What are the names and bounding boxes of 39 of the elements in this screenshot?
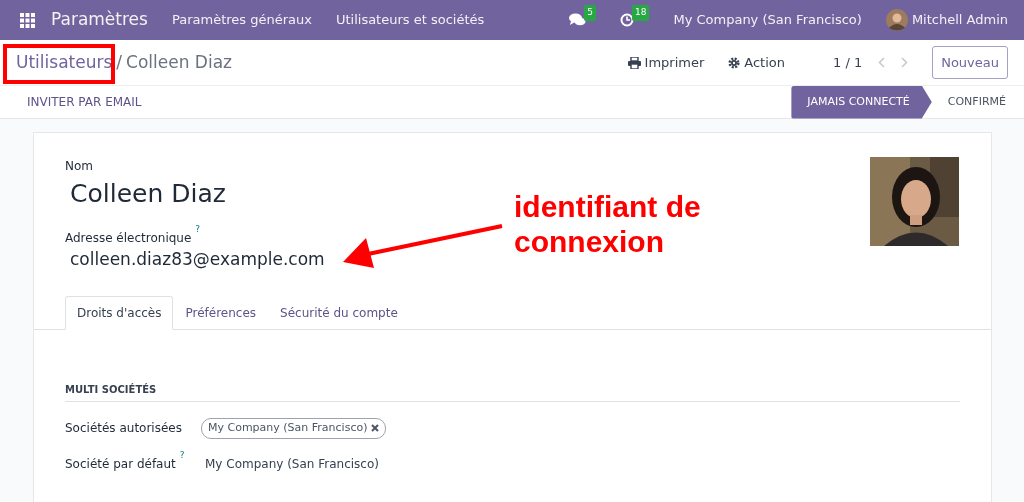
annotation-text: identifiant de connexion: [514, 190, 702, 259]
menu-item[interactable]: Utilisateurs et sociétés: [335, 10, 485, 30]
form-tab[interactable]: Préférences: [173, 296, 269, 330]
help-tooltip[interactable]: ?: [179, 450, 185, 460]
printer-icon: [627, 56, 641, 69]
app-name[interactable]: Paramètres: [51, 7, 148, 33]
clock-icon[interactable]: [619, 13, 634, 27]
field-label: Nom: [65, 158, 94, 175]
status-stage[interactable]: CONFIRMÉ: [931, 85, 1020, 119]
apps-menu-icon[interactable]: [20, 12, 35, 28]
help-tooltip[interactable]: ?: [195, 224, 201, 234]
activity-count-badge: 18: [631, 5, 650, 21]
print-button[interactable]: Imprimer: [627, 52, 705, 73]
status-stage[interactable]: JAMAIS CONNECTÉ: [791, 85, 932, 119]
gear-icon: [728, 56, 741, 69]
company-tag: My Company (San Francisco): [201, 418, 387, 439]
field-label: Société par défaut: [65, 456, 176, 471]
menu-item[interactable]: Paramètres généraux: [171, 10, 312, 30]
remove-icon[interactable]: [371, 424, 380, 433]
form-tab[interactable]: Droits d'accès: [65, 296, 174, 330]
invite-button[interactable]: INVITER PAR EMAIL: [27, 93, 142, 111]
field-label: Adresse électronique: [65, 230, 192, 245]
field-label: Sociétés autorisées: [65, 420, 183, 438]
user-avatar[interactable]: [885, 9, 908, 31]
new-button[interactable]: Nouveau: [932, 45, 1008, 80]
form-tab[interactable]: Sécurité du compte: [268, 296, 410, 330]
message-count-badge: 5: [584, 5, 596, 21]
breadcrumb-link[interactable]: Utilisateurs: [16, 49, 113, 76]
section-title: MULTI SOCIÉTÉS: [65, 366, 960, 402]
user-menu[interactable]: Mitchell Admin: [911, 10, 1008, 30]
action-button[interactable]: Action: [728, 52, 785, 73]
default-company-field[interactable]: My Company (San Francisco): [205, 454, 379, 473]
pager-value: 1 / 1: [833, 53, 863, 72]
name-field[interactable]: Colleen Diaz: [65, 175, 226, 213]
record-title: Colleen Diaz: [126, 50, 232, 74]
company-switcher[interactable]: My Company (San Francisco): [673, 10, 862, 30]
chat-icon[interactable]: [569, 13, 587, 27]
email-field[interactable]: colleen.diaz83@example.com: [65, 246, 325, 272]
breadcrumb-separator: /: [116, 50, 123, 74]
